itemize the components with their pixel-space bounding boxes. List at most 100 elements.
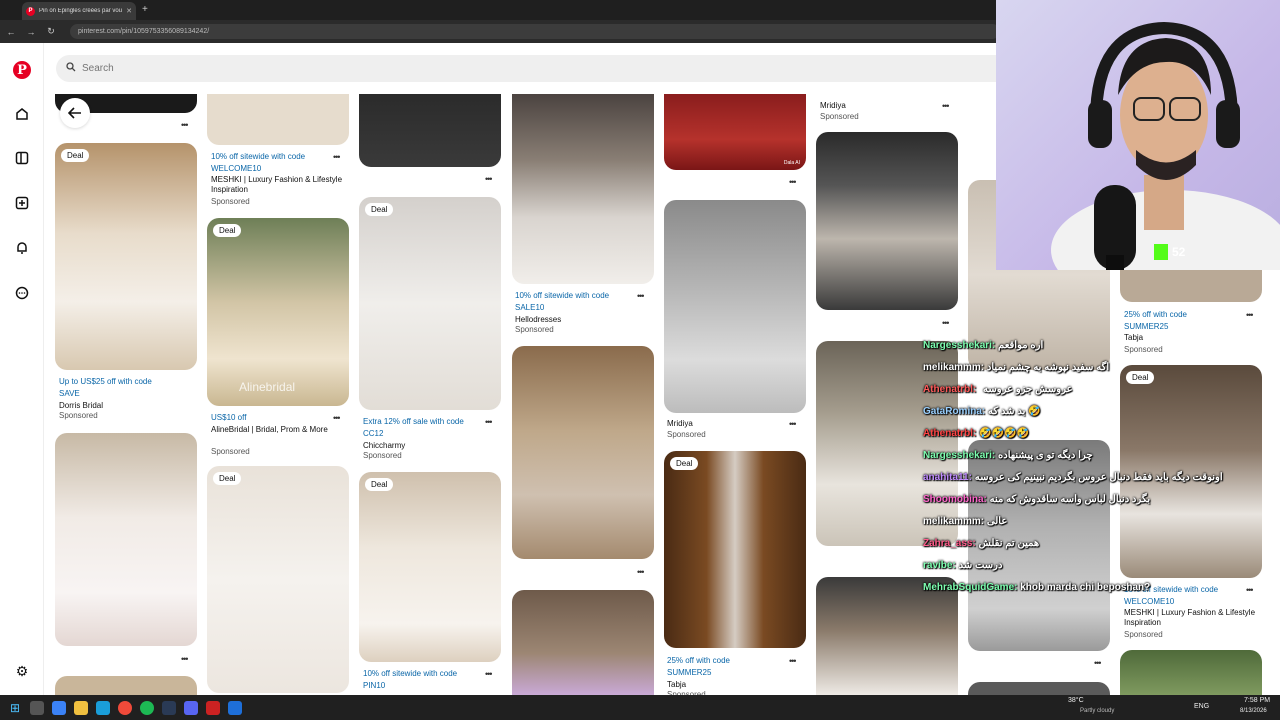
- pin-image[interactable]: [968, 682, 1110, 695]
- home-icon[interactable]: [14, 106, 30, 122]
- deal-badge: Deal: [213, 472, 242, 485]
- pin-promo[interactable]: US$10 off: [211, 413, 246, 422]
- more-options-icon[interactable]: •••: [789, 419, 797, 429]
- steam-icon[interactable]: [162, 700, 177, 715]
- pin-advertiser[interactable]: Mridiya: [820, 101, 960, 111]
- language-indicator[interactable]: ENG: [1194, 703, 1209, 710]
- pin-image[interactable]: [1120, 650, 1262, 695]
- chat-username: MehrabSquidGame:: [923, 582, 1018, 593]
- clock-time[interactable]: 7:58 PM: [1244, 697, 1270, 704]
- more-options-icon[interactable]: •••: [485, 174, 493, 184]
- back-button[interactable]: [60, 98, 90, 128]
- pin-image[interactable]: [207, 94, 349, 145]
- pin-image[interactable]: [1120, 268, 1262, 302]
- close-tab-icon[interactable]: ✕: [126, 7, 132, 15]
- tab-title: Pin on Épingles créées par vous: [39, 8, 123, 14]
- search-icon: [66, 62, 76, 75]
- url-field[interactable]: pinterest.com/pin/1059753356089134242/: [70, 24, 1000, 39]
- pin-promo[interactable]: 25% off with code: [667, 656, 730, 665]
- pin-image[interactable]: Deal Alinebridal: [207, 218, 349, 406]
- pin-image[interactable]: Dala AI: [664, 94, 806, 170]
- explore-icon[interactable]: [14, 150, 30, 166]
- more-options-icon[interactable]: •••: [1246, 585, 1254, 595]
- notifications-bell-icon[interactable]: [14, 240, 30, 256]
- pin-image[interactable]: [512, 590, 654, 695]
- pin-image[interactable]: [55, 676, 197, 695]
- pin-image[interactable]: [816, 577, 958, 695]
- pin-promo[interactable]: 10% off sitewide with code: [363, 669, 457, 678]
- search-input[interactable]: [82, 63, 382, 74]
- sponsored-label: Sponsored: [667, 430, 706, 439]
- more-options-icon[interactable]: •••: [333, 152, 341, 162]
- more-options-icon[interactable]: •••: [485, 417, 493, 427]
- pin-advertiser[interactable]: Hellodresses: [515, 315, 655, 325]
- pin-image[interactable]: Deal: [359, 197, 501, 410]
- pin-image[interactable]: Deal: [55, 143, 197, 370]
- pin-promo[interactable]: Up to US$25 off with code: [59, 377, 152, 386]
- weather-temp[interactable]: 38°C: [1068, 697, 1084, 704]
- pin-image[interactable]: [664, 200, 806, 413]
- pin-image[interactable]: [816, 132, 958, 310]
- pin-promo-code: CC12: [363, 429, 384, 438]
- pin-promo[interactable]: Extra 12% off sale with code: [363, 417, 464, 426]
- pin-promo[interactable]: 10% off sitewide with code: [515, 291, 609, 300]
- more-options-icon[interactable]: •••: [789, 177, 797, 187]
- more-options-icon[interactable]: •••: [637, 291, 645, 301]
- pin-promo[interactable]: 10% off sitewide with code: [211, 152, 305, 161]
- pin-promo[interactable]: 25% off with code: [1124, 310, 1187, 319]
- pin-advertiser[interactable]: MESHKI | Luxury Fashion & Lifestyle Insp…: [211, 175, 351, 195]
- app-taskbar-icon[interactable]: [228, 700, 243, 715]
- spotify-icon[interactable]: [140, 700, 155, 715]
- pin-image[interactable]: Deal: [207, 466, 349, 693]
- forward-nav-icon[interactable]: →: [26, 27, 36, 37]
- pin-advertiser[interactable]: AlineBridal | Bridal, Prom & More: [211, 425, 351, 435]
- more-options-icon[interactable]: •••: [789, 656, 797, 666]
- file-explorer-icon[interactable]: [74, 700, 89, 715]
- app-taskbar-icon[interactable]: [52, 700, 67, 715]
- search-bar[interactable]: [56, 55, 1016, 82]
- chat-message: melikammm: اگه سفید نپوشه به چشم نمیاد: [923, 362, 1109, 373]
- more-options-icon[interactable]: •••: [942, 101, 950, 111]
- pin-image[interactable]: [512, 346, 654, 559]
- pin-image[interactable]: [55, 433, 197, 646]
- kick-logo-icon: [1154, 244, 1168, 260]
- more-options-icon[interactable]: •••: [942, 318, 950, 328]
- back-nav-icon[interactable]: ←: [6, 27, 16, 37]
- pin-image[interactable]: Deal: [664, 451, 806, 648]
- more-options-icon[interactable]: •••: [333, 413, 341, 423]
- search-taskbar-icon[interactable]: [30, 700, 45, 715]
- edge-browser-icon[interactable]: [96, 700, 111, 715]
- pin-advertiser[interactable]: Mridiya: [667, 419, 807, 429]
- reload-icon[interactable]: ↻: [46, 26, 56, 37]
- pin-advertiser[interactable]: Dorris Bridal: [59, 401, 199, 411]
- more-options-icon[interactable]: •••: [1094, 658, 1102, 668]
- chat-message: ravibe: درست شد: [923, 560, 1002, 571]
- windows-start-icon[interactable]: ⊞: [10, 701, 20, 715]
- pinterest-logo-icon[interactable]: P: [13, 61, 31, 79]
- pin-image[interactable]: [359, 94, 501, 167]
- webcam-overlay: 52: [996, 0, 1280, 310]
- deal-badge: Deal: [365, 203, 394, 216]
- clock-date: 8/13/2026: [1240, 708, 1267, 714]
- more-options-icon[interactable]: •••: [181, 120, 189, 130]
- settings-gear-icon[interactable]: ⚙: [14, 663, 30, 679]
- discord-icon[interactable]: [184, 700, 199, 715]
- app-taskbar-icon[interactable]: [206, 700, 221, 715]
- pin-advertiser[interactable]: Chiccharmy: [363, 441, 503, 451]
- pin-image[interactable]: [512, 94, 654, 284]
- new-tab-icon[interactable]: +: [142, 4, 148, 15]
- create-icon[interactable]: [14, 195, 30, 211]
- messages-icon[interactable]: [14, 285, 30, 301]
- more-options-icon[interactable]: •••: [485, 669, 493, 679]
- pin-advertiser[interactable]: MESHKI | Luxury Fashion & Lifestyle Insp…: [1124, 608, 1264, 628]
- more-options-icon[interactable]: •••: [1246, 310, 1254, 320]
- pin-advertiser[interactable]: Tabja: [667, 680, 807, 690]
- more-options-icon[interactable]: •••: [637, 567, 645, 577]
- pin-advertiser[interactable]: Tabja: [1124, 333, 1264, 343]
- more-options-icon[interactable]: •••: [181, 654, 189, 664]
- chat-text: اره مواقعم: [998, 340, 1044, 351]
- browser-tab[interactable]: P Pin on Épingles créées par vous ✕: [22, 2, 136, 20]
- chat-text: چرا دیگه تو ی پیشنهاده: [998, 450, 1093, 461]
- pin-image[interactable]: Deal: [359, 472, 501, 662]
- chrome-browser-icon[interactable]: [118, 700, 133, 715]
